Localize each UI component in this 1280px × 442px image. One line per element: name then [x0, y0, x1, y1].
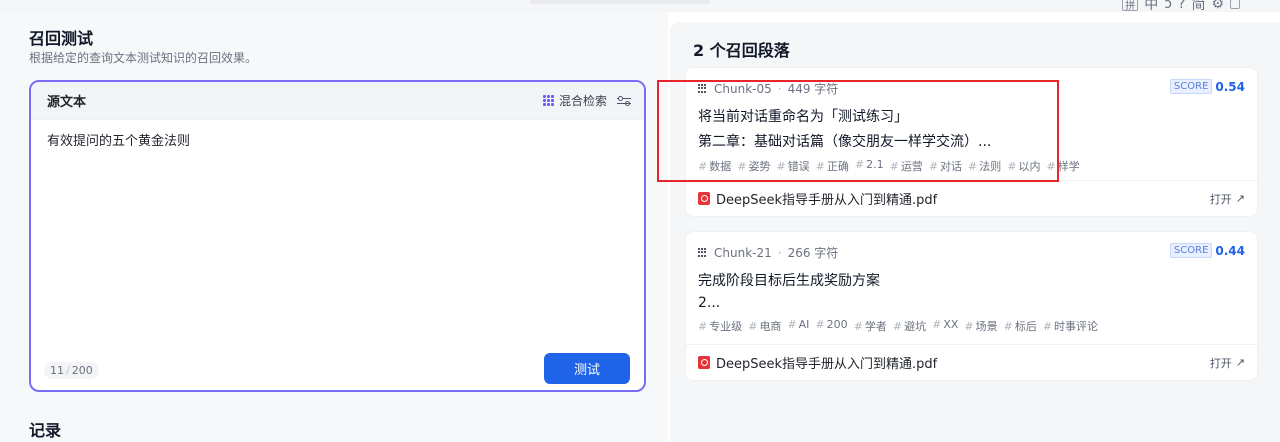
test-button[interactable]: 测试 — [544, 353, 630, 384]
chunk-meta: Chunk-21 · 266 字符 — [698, 244, 1245, 261]
keyword-tag: 错误 — [776, 158, 810, 174]
recall-test-panel: 召回测试 根据给定的查询文本测试知识的召回效果。 源文本 混合检索 有效提问的五… — [0, 12, 668, 442]
keyword-tag: 标后 — [1004, 318, 1037, 334]
ime-item[interactable]: ? — [1178, 0, 1185, 12]
score-value: 0.54 — [1215, 79, 1245, 94]
ime-item[interactable]: 拼 — [1122, 0, 1139, 12]
chunk-char-count: 449 字符 — [787, 82, 839, 96]
keyword-tag: 避坑 — [893, 318, 926, 334]
source-text-card: 源文本 混合检索 有效提问的五个黄金法则 11/200 测试 — [29, 80, 646, 392]
ime-menu-icon[interactable] — [1230, 0, 1240, 9]
keyword-tag: 200 — [815, 318, 848, 334]
keyword-tag: 法则 — [968, 158, 1001, 174]
retrieval-mode-label: 混合检索 — [558, 94, 607, 108]
pdf-icon — [698, 192, 710, 205]
keyword-tag: 专业级 — [698, 318, 742, 334]
source-text-label: 源文本 — [47, 95, 87, 110]
records-title: 记录 — [29, 421, 62, 440]
open-label: 打开 — [1209, 192, 1232, 206]
keyword-tag: 场景 — [964, 318, 998, 334]
chunk-footer: DeepSeek指导手册从入门到精通.pdf 打开 ↗ — [686, 344, 1257, 380]
results-panel: 2 个召回段落 Chunk-05 · 449 字符 SCORE 0.54 将当前… — [668, 12, 1280, 442]
external-link-icon: ↗ — [1235, 356, 1245, 369]
page-description: 根据给定的查询文本测试知识的召回效果。 — [29, 51, 258, 65]
results-title: 2 个召回段落 — [693, 41, 790, 60]
source-file: DeepSeek指导手册从入门到精通.pdf — [698, 353, 937, 372]
tab-indicator — [530, 0, 710, 4]
keyword-tag: 对话 — [929, 158, 962, 174]
source-file: DeepSeek指导手册从入门到精通.pdf — [698, 189, 937, 208]
ime-item[interactable]: ɔ — [1164, 0, 1172, 12]
source-text-header: 源文本 混合检索 — [31, 82, 644, 120]
keyword-tag: 时事评论 — [1043, 318, 1098, 334]
keyword-tag: 姿势 — [737, 158, 770, 174]
keyword-tag: 数据 — [698, 158, 731, 174]
keyword-tag: 学者 — [854, 318, 887, 334]
open-link[interactable]: 打开 ↗ — [1210, 191, 1245, 207]
retrieval-mode-button[interactable]: 混合检索 — [542, 92, 631, 109]
chunk-icon — [698, 83, 708, 94]
chunk-card[interactable]: Chunk-21 · 266 字符 SCORE 0.44 完成阶段目标后生成奖励… — [685, 231, 1258, 381]
keyword-tag: 运营 — [890, 158, 923, 174]
chunk-icon — [698, 247, 708, 258]
pdf-icon — [698, 356, 710, 369]
chunk-footer: DeepSeek指导手册从入门到精通.pdf 打开 ↗ — [686, 180, 1257, 216]
score-label: SCORE — [1169, 243, 1213, 258]
keyword-tag: XX — [932, 318, 958, 334]
score-badge: SCORE 0.54 — [1169, 79, 1245, 94]
open-label: 打开 — [1209, 356, 1232, 370]
grid-icon — [542, 94, 555, 107]
char-max: 200 — [71, 364, 93, 377]
chunk-char-count: 266 字符 — [787, 246, 839, 260]
chunk-meta: Chunk-05 · 449 字符 — [698, 80, 1245, 97]
chunk-id: Chunk-05 — [714, 81, 772, 96]
keyword-tag: 以内 — [1007, 158, 1040, 174]
chunk-body: Chunk-05 · 449 字符 SCORE 0.54 将当前对话重命名为「测… — [686, 68, 1257, 180]
chunk-body: Chunk-21 · 266 字符 SCORE 0.44 完成阶段目标后生成奖励… — [686, 232, 1257, 344]
query-textarea[interactable]: 有效提问的五个黄金法则 — [47, 130, 627, 149]
char-counter: 11/200 — [44, 362, 99, 379]
page-title: 召回测试 — [29, 29, 94, 48]
chunk-id: Chunk-21 — [714, 245, 772, 260]
score-value: 0.44 — [1215, 243, 1245, 258]
keyword-tag: 正确 — [816, 158, 849, 174]
chunk-card[interactable]: Chunk-05 · 449 字符 SCORE 0.54 将当前对话重命名为「测… — [685, 67, 1258, 217]
keyword-tag: AI — [787, 318, 810, 334]
source-file-name: DeepSeek指导手册从入门到精通.pdf — [716, 193, 938, 208]
score-badge: SCORE 0.44 — [1169, 243, 1245, 258]
chunk-text-line: 将当前对话重命名为「测试练习」 — [698, 109, 908, 125]
chunk-text-line: 2... — [698, 295, 721, 311]
keyword-list: 数据 姿势 错误 正确 2.1 运营 对话 法则 以内 样学 — [698, 158, 1245, 174]
keyword-tag: 电商 — [748, 318, 781, 334]
keyword-list: 专业级 电商 AI 200 学者 避坑 XX 场景 标后 时事评论 — [698, 318, 1245, 334]
score-label: SCORE — [1169, 79, 1213, 94]
settings-icon[interactable] — [617, 95, 631, 107]
char-count: 11 — [50, 364, 64, 377]
top-strip: 拼 中 ɔ ? 简 ⚙ — [0, 0, 1280, 13]
ime-item[interactable]: ⚙ — [1211, 0, 1224, 12]
external-link-icon: ↗ — [1235, 192, 1245, 205]
keyword-tag: 样学 — [1046, 158, 1080, 174]
keyword-tag: 2.1 — [855, 158, 884, 174]
source-file-name: DeepSeek指导手册从入门到精通.pdf — [716, 357, 938, 372]
chunk-text-line: 第二章：基础对话篇（像交朋友一样学交流）... — [698, 134, 992, 150]
chunk-text-line: 完成阶段目标后生成奖励方案 — [698, 273, 880, 289]
open-link[interactable]: 打开 ↗ — [1210, 355, 1245, 371]
